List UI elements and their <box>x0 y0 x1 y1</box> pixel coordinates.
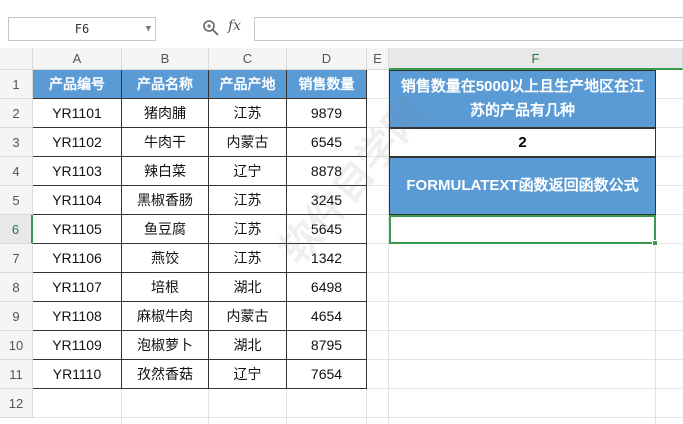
table-cell[interactable]: 江苏 <box>209 215 287 244</box>
fx-icon[interactable]: fx <box>228 18 241 34</box>
table-header-cell[interactable]: 产品名称 <box>122 70 209 99</box>
column-header-b[interactable]: B <box>122 48 209 70</box>
row-header-7[interactable]: 7 <box>0 244 33 273</box>
table-header-cell[interactable]: 产品编号 <box>33 70 122 99</box>
table-cell[interactable]: 湖北 <box>209 331 287 360</box>
row-header-9[interactable]: 9 <box>0 302 33 331</box>
table-cell[interactable]: 8795 <box>287 331 367 360</box>
column-header-d[interactable]: D <box>287 48 367 70</box>
table-cell[interactable]: 湖北 <box>209 273 287 302</box>
formula-input[interactable] <box>254 17 683 41</box>
table-cell[interactable]: 3245 <box>287 186 367 215</box>
table-cell[interactable]: 江苏 <box>209 186 287 215</box>
column-header-c[interactable]: C <box>209 48 287 70</box>
table-cell[interactable]: 孜然香菇 <box>122 360 209 389</box>
table-cell[interactable]: 培根 <box>122 273 209 302</box>
table-cell[interactable]: YR1104 <box>33 186 122 215</box>
table-cell[interactable]: 4654 <box>287 302 367 331</box>
table-cell[interactable]: 8878 <box>287 157 367 186</box>
table-cell[interactable]: 5645 <box>287 215 367 244</box>
row-header-10[interactable]: 10 <box>0 331 33 360</box>
name-box-value: F6 <box>74 22 90 36</box>
row-header-3[interactable]: 3 <box>0 128 33 157</box>
table-cell[interactable]: 麻椒牛肉 <box>122 302 209 331</box>
table-cell[interactable]: 内蒙古 <box>209 302 287 331</box>
row-header-8[interactable]: 8 <box>0 273 33 302</box>
table-cell[interactable]: 辽宁 <box>209 360 287 389</box>
table-cell[interactable]: YR1105 <box>33 215 122 244</box>
table-cell[interactable]: YR1109 <box>33 331 122 360</box>
table-cell[interactable]: 江苏 <box>209 99 287 128</box>
row-header-4[interactable]: 4 <box>0 157 33 186</box>
table-cell[interactable]: 辽宁 <box>209 157 287 186</box>
table-cell[interactable]: 牛肉干 <box>122 128 209 157</box>
answer-cell[interactable]: 2 <box>389 128 656 157</box>
zoom-icon[interactable] <box>202 19 220 37</box>
formula-title-cell[interactable]: FORMULATEXT函数返回函数公式 <box>389 157 656 215</box>
row-header-12[interactable]: 12 <box>0 389 33 418</box>
table-cell[interactable]: YR1107 <box>33 273 122 302</box>
table-cell[interactable]: YR1103 <box>33 157 122 186</box>
table-cell[interactable]: YR1106 <box>33 244 122 273</box>
fill-handle[interactable] <box>652 240 658 246</box>
active-cell-f6[interactable] <box>389 215 656 244</box>
table-cell[interactable]: 辣白菜 <box>122 157 209 186</box>
table-cell[interactable]: 1342 <box>287 244 367 273</box>
row-header-1[interactable]: 1 <box>0 70 33 99</box>
row-header-6[interactable]: 6 <box>0 215 33 244</box>
row-header-5[interactable]: 5 <box>0 186 33 215</box>
select-all-corner[interactable] <box>0 48 33 70</box>
table-cell[interactable]: 猪肉脯 <box>122 99 209 128</box>
table-cell[interactable]: 江苏 <box>209 244 287 273</box>
table-cell[interactable]: 7654 <box>287 360 367 389</box>
table-cell[interactable]: 内蒙古 <box>209 128 287 157</box>
table-cell[interactable]: YR1101 <box>33 99 122 128</box>
table-header-cell[interactable]: 销售数量 <box>287 70 367 99</box>
table-cell[interactable]: 9879 <box>287 99 367 128</box>
chevron-down-icon[interactable]: ▼ <box>146 24 151 34</box>
column-header-f[interactable]: F <box>389 48 683 70</box>
question-cell[interactable]: 销售数量在5000以上且生产地区在江苏的产品有几种 <box>389 70 656 128</box>
row-header-11[interactable]: 11 <box>0 360 33 389</box>
table-cell[interactable]: 6498 <box>287 273 367 302</box>
table-cell[interactable]: 黑椒香肠 <box>122 186 209 215</box>
column-header-e[interactable]: E <box>367 48 389 70</box>
table-cell[interactable]: YR1102 <box>33 128 122 157</box>
row-header-2[interactable]: 2 <box>0 99 33 128</box>
formula-bar: F6 ▼ fx <box>0 0 683 48</box>
name-box[interactable]: F6 ▼ <box>8 17 156 41</box>
column-header-a[interactable]: A <box>33 48 122 70</box>
table-cell[interactable]: 鱼豆腐 <box>122 215 209 244</box>
table-cell[interactable]: 燕饺 <box>122 244 209 273</box>
table-header-cell[interactable]: 产品产地 <box>209 70 287 99</box>
table-cell[interactable]: YR1110 <box>33 360 122 389</box>
table-cell[interactable]: YR1108 <box>33 302 122 331</box>
table-cell[interactable]: 6545 <box>287 128 367 157</box>
gridline-horizontal <box>33 417 683 418</box>
table-cell[interactable]: 泡椒萝卜 <box>122 331 209 360</box>
